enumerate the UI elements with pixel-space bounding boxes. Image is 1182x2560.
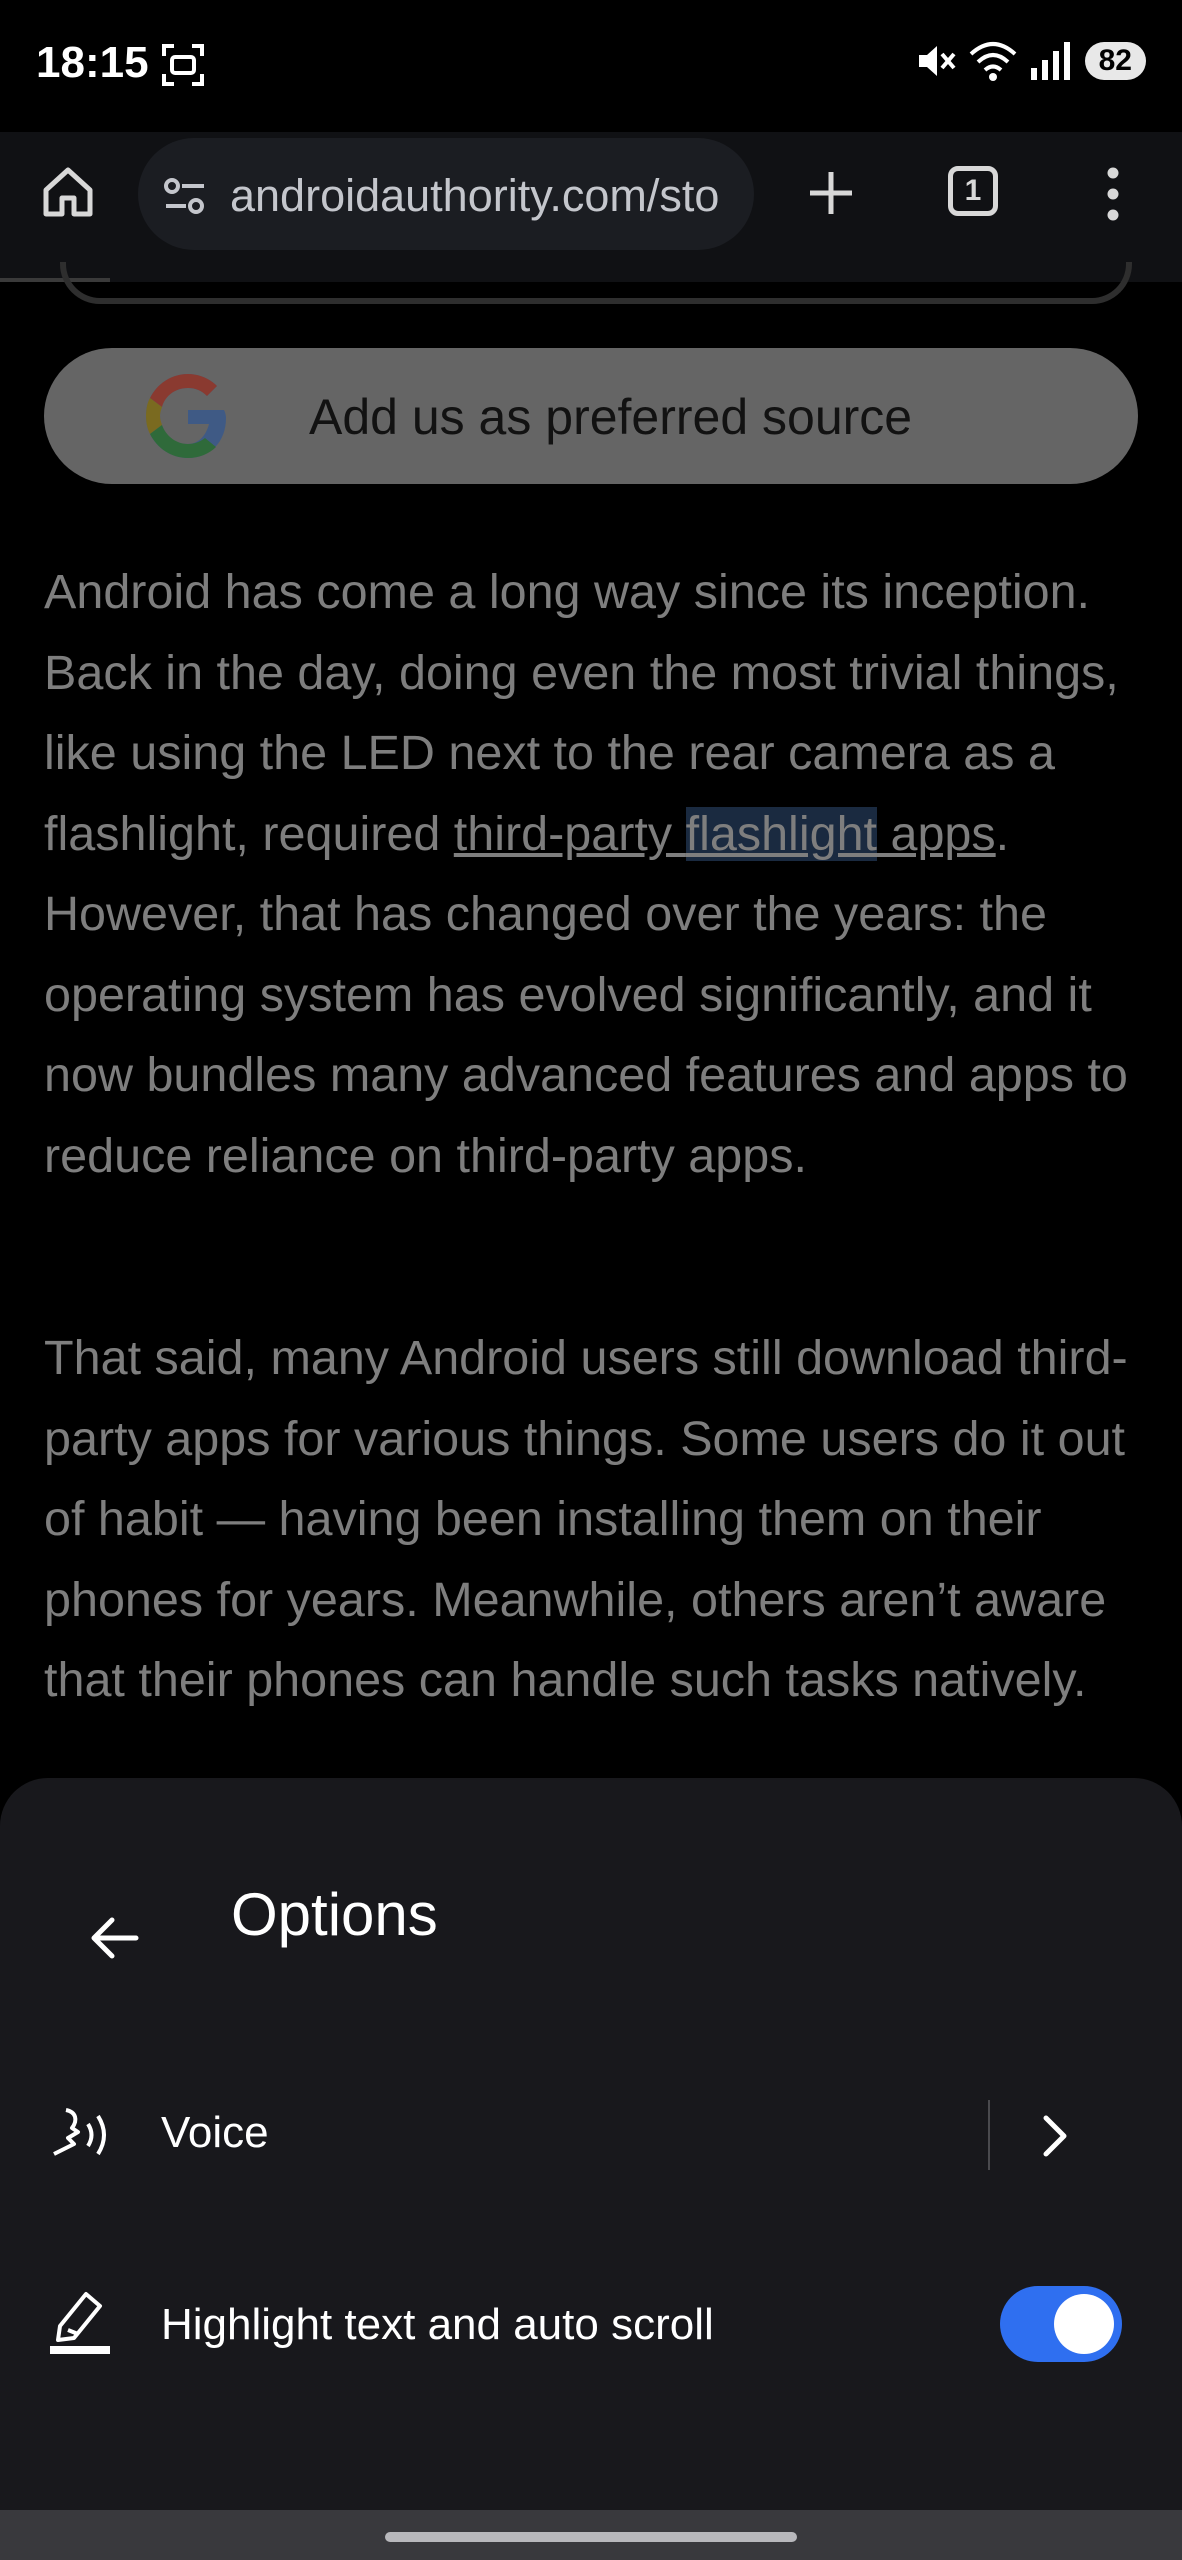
paragraph-1-continuation: . However, that has changed over the yea… [44,806,1128,1183]
article-content: Add us as preferred source Android has c… [0,262,1182,1782]
article-paragraph-1: Android has come a long way since its in… [44,552,1144,1196]
options-sheet: Options Voice Highlight text and auto sc… [0,1778,1182,2560]
voice-row[interactable]: Voice [0,2068,1182,2198]
tab-switcher-icon[interactable]: 1 [948,166,998,216]
chevron-right-icon[interactable] [1036,2114,1074,2158]
toggle-knob [1054,2294,1114,2354]
link-highlighted-word[interactable]: flashlight [685,806,878,861]
flashlight-apps-link[interactable]: third-party flashlight apps [454,806,996,861]
voice-row-divider [988,2100,990,2170]
paragraph-2-text: That said, many Android users still down… [44,1331,1128,1707]
options-title: Options [231,1881,438,1948]
more-menu-icon[interactable] [1098,164,1128,224]
previous-element-edge [60,262,1132,304]
new-tab-icon[interactable] [806,168,856,218]
link-text-part-1[interactable]: third-party [454,807,686,861]
url-text[interactable]: androidauthority.com/sto [230,170,738,222]
status-bar: 18:15 82 [0,0,1182,132]
highlight-label: Highlight text and auto scroll [161,2300,714,2349]
wifi-icon [969,42,1016,81]
status-icons: 82 [915,40,1146,82]
google-logo-icon [146,374,226,458]
article-paragraph-2: That said, many Android users still down… [44,1318,1144,1721]
highlight-toggle[interactable] [1000,2286,1122,2362]
screenshot-icon [162,44,204,86]
highlighter-icon [50,2292,110,2354]
screen: 18:15 82 androidauthority.com/sto 1 Add … [0,0,1182,2560]
mute-icon [918,46,956,76]
status-time: 18:15 [36,38,149,87]
voice-icon [53,2108,106,2156]
preferred-source-button[interactable]: Add us as preferred source [44,348,1138,484]
home-icon[interactable] [40,164,96,220]
back-arrow-icon[interactable] [88,1912,140,1964]
site-settings-icon[interactable] [162,174,208,220]
voice-label: Voice [161,2108,269,2157]
signal-icon [1030,42,1070,80]
address-bar[interactable]: androidauthority.com/sto [138,138,754,250]
tab-count: 1 [964,174,982,207]
browser-toolbar: androidauthority.com/sto 1 [0,132,1182,282]
preferred-source-label[interactable]: Add us as preferred source [309,388,912,446]
battery-icon: 82 [1084,42,1146,80]
home-indicator[interactable] [385,2532,797,2542]
link-text-part-2[interactable]: apps [877,807,995,861]
